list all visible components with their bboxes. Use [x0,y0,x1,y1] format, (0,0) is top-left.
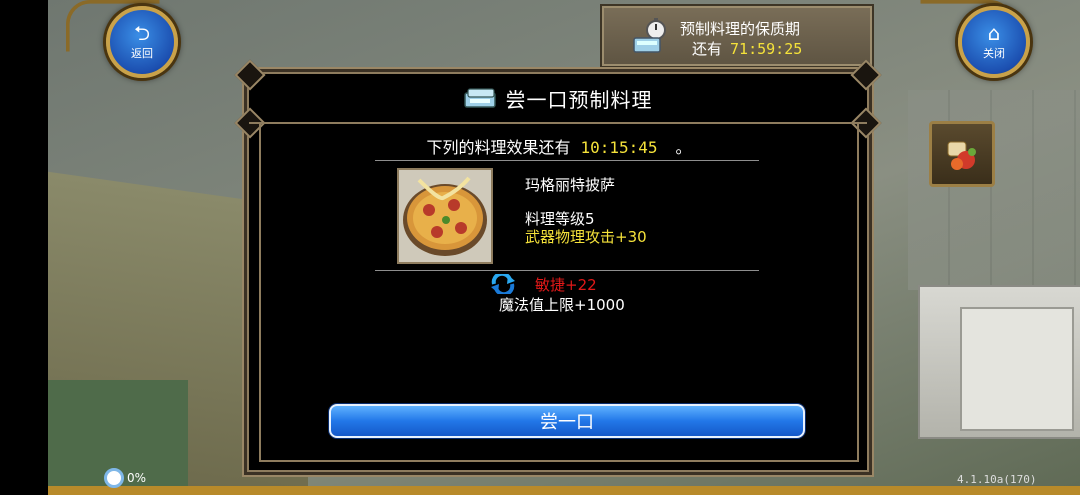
battery-icon [104,468,124,488]
remaining-suffix: 。 [675,138,692,157]
scene-cabinet [918,285,1080,439]
remaining-prefix: 下列的料理效果还有 [426,138,571,157]
taste-dish-dialog: 尝一口预制料理 下列的料理效果还有 10:15:45。 玛格丽特披萨 料理等级5 … [234,59,882,472]
battery-indicator: 0% [104,468,146,488]
back-label: 返回 [131,47,153,60]
pizza-image [397,168,493,264]
food-name: 玛格丽特披萨 [525,176,616,194]
remaining-time-line: 下列的料理效果还有 10:15:45 。 [261,134,857,158]
pizza-icon [399,170,491,262]
expiry-remaining: 还有 71:59:25 [692,38,802,59]
scene-wall [908,90,1080,290]
battery-percent: 0% [127,471,147,485]
prepared-dish-icon [463,88,496,108]
food-effect: 武器物理攻击+30 [525,228,647,246]
dialog-title: 尝一口预制料理 [505,87,653,112]
bonus-agility: 敏捷+22 [535,276,597,294]
refresh-icon [491,274,515,294]
remaining-time: 10:15:45 [580,138,658,157]
food-menu-button[interactable] [929,121,995,187]
stopwatch-icon [633,18,666,53]
expiry-box: 预制料理的保质期 还有 71:59:25 [600,4,874,68]
dialog-titlebar: 尝一口预制料理 [249,74,867,124]
version-label: 4.1.10a(170) [957,473,1037,486]
bonus-max-mp: 魔法值上限+1000 [499,296,625,314]
expiry-prefix: 还有 [692,40,723,58]
close-label: 关闭 [983,47,1005,60]
close-button[interactable]: ⌂ 关闭 [958,6,1030,78]
expiry-title: 预制料理的保质期 [680,20,801,38]
expiry-time: 71:59:25 [730,40,803,58]
food-icon [947,141,976,170]
bottom-bar [48,486,1080,495]
divider [375,160,759,161]
taste-button[interactable]: 尝一口 [329,404,805,438]
divider [375,270,759,271]
back-arrow-icon: ⮌ [133,21,151,45]
home-icon: ⌂ [987,21,1001,45]
back-button[interactable]: ⮌ 返回 [106,6,178,78]
dialog-body: 下列的料理效果还有 10:15:45。 玛格丽特披萨 料理等级5 武器物理攻击+3… [259,124,859,462]
